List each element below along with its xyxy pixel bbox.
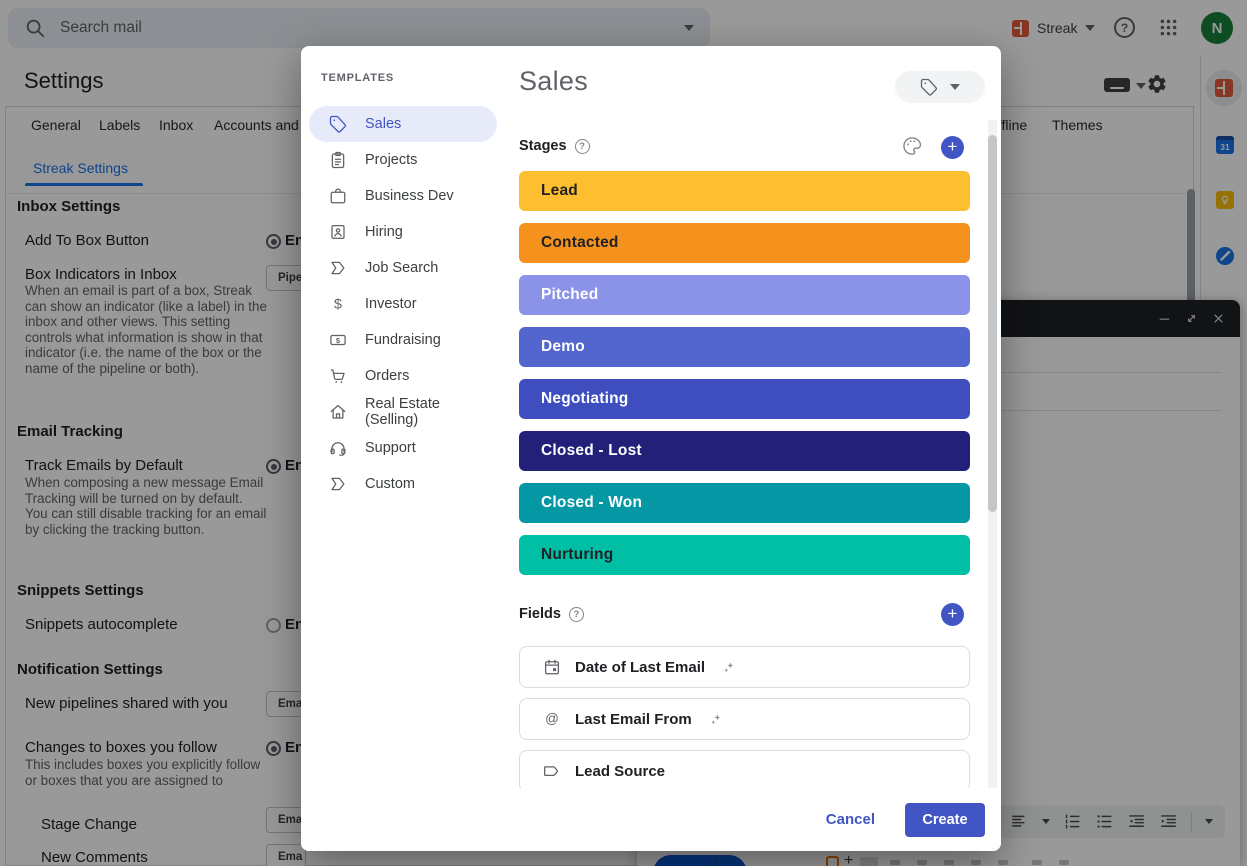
cancel-button[interactable]: Cancel (826, 811, 875, 828)
stage-bar-nurturing[interactable]: Nurturing (519, 535, 970, 575)
fields-section-header: Fields (519, 606, 584, 622)
label-icon (543, 762, 561, 780)
field-card-date-of-last-email[interactable]: Date of Last Email (519, 646, 970, 688)
svg-text:@: @ (545, 711, 559, 726)
template-item-custom[interactable]: Custom (309, 466, 497, 502)
template-item-orders[interactable]: Orders (309, 358, 497, 394)
template-item-hiring[interactable]: Hiring (309, 214, 497, 250)
screen: Streak N Settings General Labels Inbox A… (0, 0, 1247, 866)
modal-scrollbar-thumb[interactable] (988, 135, 997, 512)
stage-bar-contacted[interactable]: Contacted (519, 223, 970, 263)
tag-icon (920, 78, 938, 96)
stages-section-header: Stages (519, 138, 590, 154)
template-item-fundraising[interactable]: $ Fundraising (309, 322, 497, 358)
stage-bar-closed-lost[interactable]: Closed - Lost (519, 431, 970, 471)
pipeline-arrow-icon (329, 259, 347, 277)
cart-icon (329, 367, 347, 385)
fields-help-icon[interactable] (569, 607, 584, 622)
icon-picker-caret-icon (950, 84, 960, 90)
field-card-last-email-from[interactable]: @ Last Email From (519, 698, 970, 740)
calendar-icon (543, 658, 561, 676)
templates-header: TEMPLATES (321, 72, 394, 84)
home-icon (329, 403, 347, 421)
svg-text:$: $ (336, 336, 341, 345)
template-item-business-dev[interactable]: Business Dev (309, 178, 497, 214)
template-item-job-search[interactable]: Job Search (309, 250, 497, 286)
template-item-real-estate[interactable]: Real Estate (Selling) (309, 394, 497, 430)
stage-bar-closed-won[interactable]: Closed - Won (519, 483, 970, 523)
briefcase-icon (329, 187, 347, 205)
pipeline-arrow-icon (329, 475, 347, 493)
at-sign-icon: @ (543, 710, 561, 728)
headset-icon (329, 439, 347, 457)
stage-bar-demo[interactable]: Demo (519, 327, 970, 367)
clipboard-icon (329, 151, 347, 169)
banknote-icon: $ (329, 331, 347, 349)
pipeline-icon-picker[interactable] (895, 71, 985, 103)
stage-bar-lead[interactable]: Lead (519, 171, 970, 211)
stage-bar-negotiating[interactable]: Negotiating (519, 379, 970, 419)
svg-text:$: $ (334, 297, 342, 313)
stages-help-icon[interactable] (575, 139, 590, 154)
tag-icon (329, 115, 347, 133)
template-item-projects[interactable]: Projects (309, 142, 497, 178)
auto-field-sparkle-icon (721, 660, 736, 675)
auto-field-sparkle-icon (708, 712, 723, 727)
id-badge-icon (329, 223, 347, 241)
stage-bar-pitched[interactable]: Pitched (519, 275, 970, 315)
dollar-icon: $ (329, 295, 347, 313)
add-stage-button[interactable] (941, 136, 964, 159)
field-card-lead-source[interactable]: Lead Source (519, 750, 970, 792)
template-item-support[interactable]: Support (309, 430, 497, 466)
add-field-button[interactable] (941, 603, 964, 626)
create-button[interactable]: Create (905, 803, 985, 837)
modal-footer: Cancel Create (301, 788, 1001, 851)
pipeline-template-modal: TEMPLATES Sales Projects Business Dev Hi… (301, 46, 1001, 851)
palette-icon[interactable] (901, 135, 923, 157)
template-item-investor[interactable]: $ Investor (309, 286, 497, 322)
pipeline-title: Sales (519, 66, 588, 97)
template-item-sales[interactable]: Sales (309, 106, 497, 142)
